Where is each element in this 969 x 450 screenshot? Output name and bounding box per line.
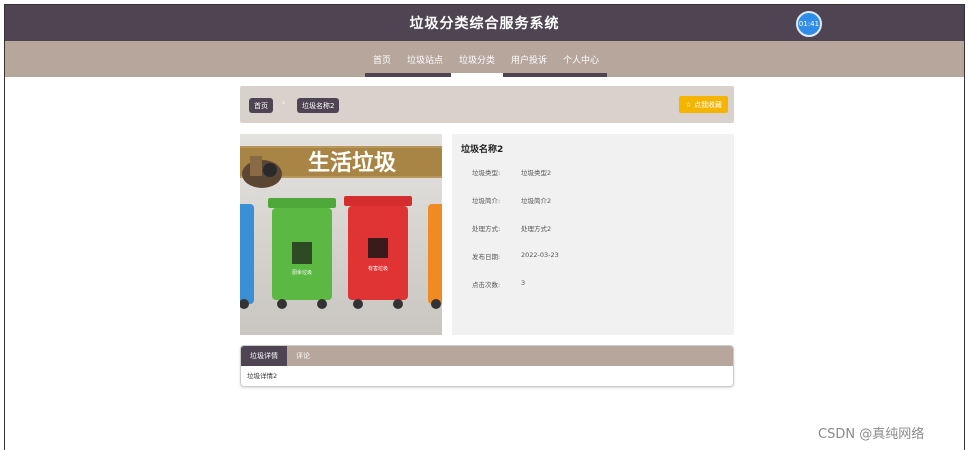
detail-row-date: 发布日期: 2022-03-23 <box>472 251 559 261</box>
nav-item-complaints[interactable]: 用户投诉 <box>503 41 555 77</box>
breadcrumb-home[interactable]: 首页 <box>249 98 273 113</box>
nav-item-home[interactable]: 首页 <box>365 41 399 77</box>
main-nav: 首页 垃圾站点 垃圾分类 用户投诉 个人中心 <box>5 41 964 77</box>
breadcrumb: 首页 › 垃圾名称2 ☆ 点我收藏 <box>240 86 734 123</box>
tab-content: 垃圾详情2 <box>247 372 278 380</box>
detail-title: 垃圾名称2 <box>461 145 504 155</box>
clock-badge[interactable]: 01:41 <box>796 11 822 37</box>
detail-label: 发布日期: <box>472 253 501 261</box>
red-bin-label: 有害垃圾 <box>368 265 388 272</box>
nav-item-stations[interactable]: 垃圾站点 <box>399 41 451 77</box>
tab-details[interactable]: 垃圾详情 <box>241 346 287 366</box>
item-image: 生活垃圾 厨余垃圾 有害垃圾 <box>240 134 442 335</box>
app-header: 垃圾分类综合服务系统 01:41 <box>5 5 964 41</box>
detail-label: 处理方式: <box>472 225 501 233</box>
watermark: CSDN @真纯网络 <box>818 427 925 442</box>
orange-bin-icon <box>428 204 442 309</box>
favorite-button[interactable]: ☆ 点我收藏 <box>679 96 728 113</box>
browser-viewport: 垃圾分类综合服务系统 01:41 首页 垃圾站点 垃圾分类 用户投诉 个人中心 … <box>4 4 965 450</box>
trash-bins-illustration: 生活垃圾 厨余垃圾 有害垃圾 <box>240 134 442 335</box>
green-bin-icon: 厨余垃圾 <box>268 198 336 309</box>
detail-label: 垃圾简介: <box>472 197 501 205</box>
detail-row-intro: 垃圾简介: 垃圾简介2 <box>472 195 551 205</box>
nav-item-profile[interactable]: 个人中心 <box>555 41 607 77</box>
detail-value: 2022-03-23 <box>521 251 559 259</box>
tab-comments[interactable]: 评论 <box>287 346 319 366</box>
breadcrumb-separator: › <box>282 98 286 107</box>
green-bin-label: 厨余垃圾 <box>292 269 312 276</box>
detail-label: 点击次数: <box>472 281 501 289</box>
detail-value: 处理方式2 <box>521 225 552 233</box>
nav-item-classification[interactable]: 垃圾分类 <box>451 41 503 77</box>
banner-text: 生活垃圾 <box>308 150 397 176</box>
detail-row-method: 处理方式: 处理方式2 <box>472 223 551 233</box>
detail-value: 3 <box>521 279 526 287</box>
detail-tabs: 垃圾详情 评论 垃圾详情2 <box>240 345 734 387</box>
detail-value: 垃圾简介2 <box>521 197 552 205</box>
breadcrumb-current: 垃圾名称2 <box>297 98 340 113</box>
detail-row-clicks: 点击次数: 3 <box>472 279 525 289</box>
app-title: 垃圾分类综合服务系统 <box>409 16 560 32</box>
red-bin-icon: 有害垃圾 <box>344 196 412 309</box>
detail-panel: 垃圾名称2 垃圾类型: 垃圾类型2 垃圾简介: 垃圾简介2 处理方式: 处理方式… <box>452 134 734 335</box>
detail-label: 垃圾类型: <box>472 169 501 177</box>
detail-row-type: 垃圾类型: 垃圾类型2 <box>472 167 551 177</box>
blue-bin-icon <box>240 204 254 309</box>
detail-value: 垃圾类型2 <box>521 169 552 177</box>
